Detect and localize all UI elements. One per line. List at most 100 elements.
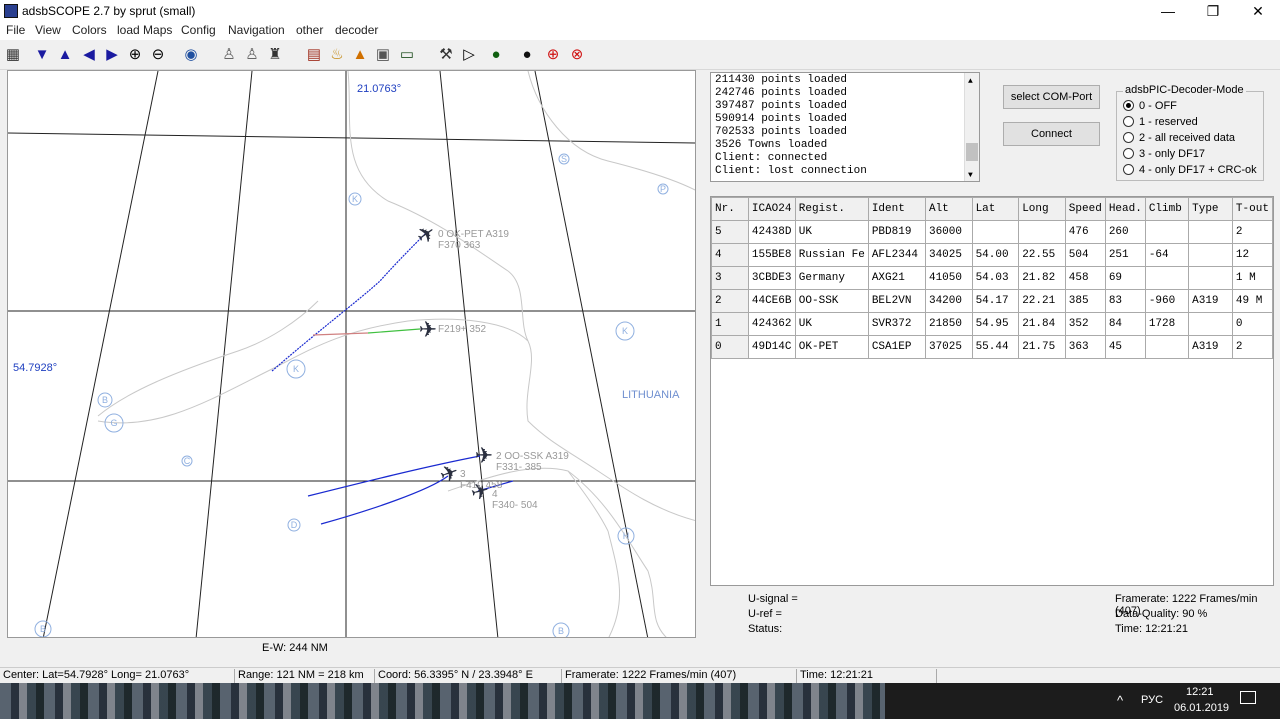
column-header[interactable]: Type	[1188, 197, 1233, 221]
table-cell[interactable]: 1728	[1144, 312, 1190, 336]
table-cell[interactable]	[1188, 312, 1233, 336]
table-cell[interactable]: 54.03	[971, 266, 1020, 290]
table-cell[interactable]: CSA1EP	[867, 335, 926, 359]
table-cell[interactable]: 49 M	[1231, 289, 1273, 313]
column-header[interactable]: Regist.	[794, 197, 869, 221]
language-indicator[interactable]: РУС	[1141, 694, 1163, 706]
table-cell[interactable]: 476	[1064, 220, 1106, 244]
column-header[interactable]: Head.	[1104, 197, 1146, 221]
table-cell[interactable]: 12	[1231, 243, 1273, 267]
table-cell[interactable]: 21.82	[1018, 266, 1066, 290]
aircraft-icon[interactable]: ✈	[419, 318, 437, 343]
table-row[interactable]: 0 49D14C OK-PET CSA1EP 37025 55.44 21.75 363 45 A…	[711, 335, 1273, 359]
radio-selected[interactable]	[1123, 100, 1134, 111]
circle-icon[interactable]: ●	[516, 44, 538, 66]
radio[interactable]	[1123, 164, 1134, 175]
table-cell[interactable]: 49D14C	[747, 335, 796, 359]
restore-button[interactable]: ❐	[1191, 0, 1235, 22]
decoder-option-3[interactable]: 3 - only DF17	[1123, 148, 1205, 160]
column-header[interactable]: Lat	[971, 197, 1020, 221]
alert-icon[interactable]: ▲	[349, 44, 371, 66]
column-header[interactable]: T-out	[1231, 197, 1273, 221]
table-cell[interactable]	[1188, 243, 1233, 267]
menu-other[interactable]: other	[296, 23, 323, 37]
tray-date[interactable]: 06.01.2019	[1174, 702, 1229, 714]
table-row[interactable]: 3 3CBDE3 Germany AXG21 41050 54.03 21.82 458 69 1…	[711, 266, 1273, 290]
decoder-option-4[interactable]: 4 - only DF17 + CRC-ok	[1123, 164, 1257, 176]
table-cell[interactable]: 42438D	[747, 220, 796, 244]
table-cell[interactable]: 21.84	[1018, 312, 1066, 336]
radar-map[interactable]: S K K K G B C D H B B P ✈ ✈ ✈ ✈ ✈ 21.076…	[7, 70, 696, 638]
arrow-left-icon[interactable]: ◀	[78, 44, 100, 66]
close-button[interactable]: ✕	[1236, 0, 1280, 22]
column-header[interactable]: ICAO24	[747, 197, 796, 221]
table-cell[interactable]: 2	[1231, 220, 1273, 244]
menu-colors[interactable]: Colors	[72, 23, 107, 37]
table-cell[interactable]	[1144, 220, 1190, 244]
table-cell[interactable]: -64	[1144, 243, 1190, 267]
aircraft-icon[interactable]: ✈	[475, 444, 493, 469]
table-cell[interactable]: 36000	[924, 220, 973, 244]
decoder-option-1[interactable]: 1 - reserved	[1123, 116, 1198, 128]
chart-icon[interactable]: ▤	[303, 44, 325, 66]
table-cell[interactable]	[1144, 266, 1190, 290]
table-cell[interactable]	[971, 220, 1020, 244]
radio[interactable]	[1123, 148, 1134, 159]
table-cell[interactable]: 55.44	[971, 335, 1020, 359]
table-cell[interactable]: 352	[1064, 312, 1106, 336]
table-cell[interactable]: 155BE8	[747, 243, 796, 267]
table-cell[interactable]	[1144, 335, 1190, 359]
column-header[interactable]: Speed	[1064, 197, 1106, 221]
table-cell[interactable]: 0	[1231, 312, 1273, 336]
table-cell[interactable]: 1	[711, 312, 749, 336]
aircraft-table[interactable]: Nr. ICAO24 Regist. Ident Alt Lat Long Sp…	[710, 196, 1274, 586]
zoom-in-icon[interactable]: ⊕	[124, 44, 146, 66]
table-cell[interactable]: PBD819	[867, 220, 926, 244]
table-row[interactable]: 4 155BE8 Russian Fe AFL2344 34025 54.00 22.55 5…	[711, 243, 1273, 267]
table-row[interactable]: 5 42438D UK PBD819 36000 476 260 2	[711, 220, 1273, 244]
menu-file[interactable]: File	[6, 23, 25, 37]
menu-load-maps[interactable]: load Maps	[117, 23, 172, 37]
table-cell[interactable]: 22.21	[1018, 289, 1066, 313]
scroll-down-icon[interactable]: ▼	[968, 169, 973, 181]
table-cell[interactable]: 363	[1064, 335, 1106, 359]
radar-dish-icon[interactable]: ⚒	[435, 44, 457, 66]
table-cell[interactable]: SVR372	[867, 312, 926, 336]
towns-icon[interactable]: ♜	[264, 44, 286, 66]
table-cell[interactable]: 34200	[924, 289, 973, 313]
table-cell[interactable]: 69	[1104, 266, 1146, 290]
table-cell[interactable]: 44CE6B	[747, 289, 796, 313]
aircraft-icon[interactable]: ✈	[437, 460, 463, 490]
airports-icon[interactable]: ♙	[218, 44, 240, 66]
table-row[interactable]: 2 44CE6B OO-SSK BEL2VN 34200 54.17 22.21 385 83-…	[711, 289, 1273, 313]
tray-clock[interactable]: 12:21	[1186, 686, 1214, 698]
table-cell[interactable]: OO-SSK	[794, 289, 869, 313]
table-cell[interactable]: 34025	[924, 243, 973, 267]
weather-icon[interactable]: ♨	[326, 44, 348, 66]
table-cell[interactable]: UK	[794, 220, 869, 244]
table-cell[interactable]	[1188, 266, 1233, 290]
decoder-option-2[interactable]: 2 - all received data	[1123, 132, 1235, 144]
scroll-thumb[interactable]	[966, 143, 978, 161]
column-header[interactable]: Long	[1018, 197, 1066, 221]
table-cell[interactable]: 21.75	[1018, 335, 1066, 359]
zoom-out-icon[interactable]: ⊖	[147, 44, 169, 66]
table-cell[interactable]: 22.55	[1018, 243, 1066, 267]
table-cell[interactable]: 1 M	[1231, 266, 1273, 290]
table-cell[interactable]: 260	[1104, 220, 1146, 244]
menu-config[interactable]: Config	[181, 23, 216, 37]
decoder-option-0[interactable]: 0 - OFF	[1123, 100, 1177, 112]
table-cell[interactable]: BEL2VN	[867, 289, 926, 313]
table-cell[interactable]: 385	[1064, 289, 1106, 313]
table-cell[interactable]: 45	[1104, 335, 1146, 359]
table-cell[interactable]: 37025	[924, 335, 973, 359]
column-header[interactable]: Ident	[867, 197, 926, 221]
table-cell[interactable]: 458	[1064, 266, 1106, 290]
table-cell[interactable]: 3	[711, 266, 749, 290]
table-cell[interactable]: AXG21	[867, 266, 926, 290]
table-cell[interactable]: 54.95	[971, 312, 1020, 336]
table-cell[interactable]: Russian Fe	[794, 243, 869, 267]
column-header[interactable]: Alt	[924, 197, 973, 221]
table-cell[interactable]: 5	[711, 220, 749, 244]
log-scrollbar[interactable]: ▲ ▼	[964, 73, 979, 181]
